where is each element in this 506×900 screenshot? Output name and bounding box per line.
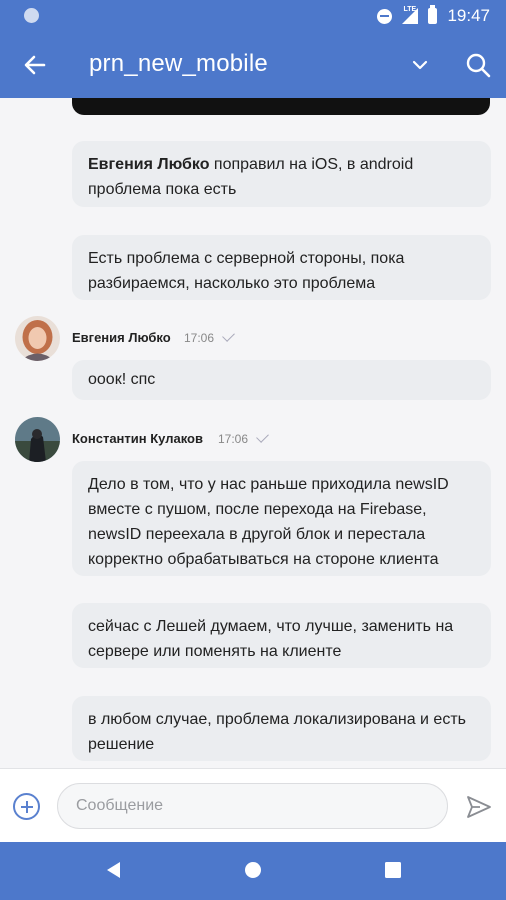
plus-circle-icon[interactable] [13,793,40,820]
network-type: LTE [403,6,417,13]
read-check-icon [222,329,235,342]
message-text: сейчас с Лешей думаем, что лучше, замени… [88,618,454,660]
message-time: 17:06 [184,331,215,345]
message-bubble[interactable]: Дело в том, что у нас раньше приходила n… [72,461,491,576]
message-bubble[interactable]: сейчас с Лешей думаем, что лучше, замени… [72,603,491,668]
battery-icon [428,5,438,24]
message-text: Есть проблема с серверной стороны, пока … [88,250,405,292]
message-bubble[interactable]: в любом случае, проблема локализирована … [72,696,491,761]
system-nav-bar [0,842,506,900]
mention-name: Евгения Любко [88,156,210,173]
chat-title[interactable]: prn_new_mobile [89,50,268,78]
triangle-back-icon[interactable] [104,860,122,880]
message-composer [0,769,506,842]
message-text: Дело в том, что у нас раньше приходила n… [88,476,449,568]
message-bubble[interactable]: Евгения Любко поправил на iOS, в android… [72,141,491,207]
square-recent-icon[interactable] [384,860,402,880]
message-list[interactable]: Евгения Любко поправил на iOS, в android… [0,98,506,768]
message-input[interactable] [57,783,448,829]
signal-icon: LTE [402,6,419,24]
send-icon[interactable] [466,795,492,819]
message-text: в любом случае, проблема локализирована … [88,711,466,753]
notification-dot-icon [24,8,39,23]
sender-name[interactable]: Евгения Любко [72,330,171,345]
message-bubble[interactable]: ооок! спс [72,360,491,400]
avatar[interactable] [15,316,60,361]
media-attachment[interactable] [72,98,490,115]
back-arrow-icon[interactable] [22,52,48,78]
chevron-down-icon[interactable] [410,58,430,72]
status-icons: LTE 19:47 [377,5,490,27]
app-bar: prn_new_mobile [0,32,506,98]
message-time: 17:06 [218,432,249,446]
status-bar: LTE 19:47 [0,0,506,32]
sender-name[interactable]: Константин Кулаков [72,431,203,446]
status-time: 19:47 [447,6,490,25]
do-not-disturb-icon [377,8,393,24]
avatar[interactable] [15,417,60,462]
message-text: ооок! спс [88,371,156,388]
search-icon[interactable] [465,52,491,78]
message-bubble[interactable]: Есть проблема с серверной стороны, пока … [72,235,491,300]
circle-home-icon[interactable] [243,860,263,880]
read-check-icon [256,430,269,443]
